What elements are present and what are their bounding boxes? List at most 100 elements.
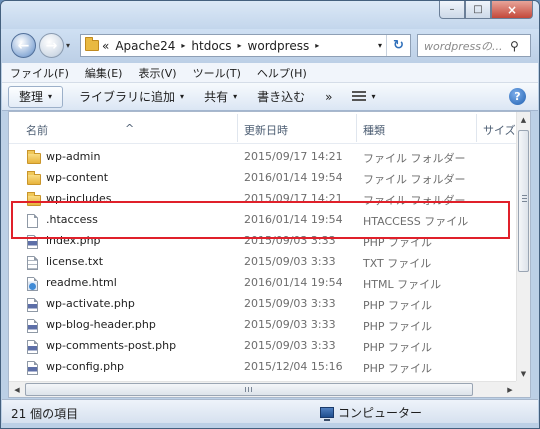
- file-name: license.txt: [46, 255, 104, 268]
- folder-icon: [27, 150, 41, 164]
- details-view-icon: [352, 91, 367, 102]
- scroll-left-arrow-icon[interactable]: ◀: [9, 382, 25, 397]
- menu-file[interactable]: ファイル(F): [2, 65, 77, 81]
- file-modified: 2016/01/14 19:54: [244, 171, 343, 184]
- file-name: readme.html: [46, 276, 117, 289]
- file-type: PHP ファイル: [363, 341, 433, 354]
- search-placeholder[interactable]: wordpressの...: [418, 38, 510, 54]
- file-row-wp-comments-post[interactable]: wp-comments-post.php 2015/09/03 3:33 PHP…: [9, 336, 518, 357]
- minimize-icon: –: [449, 4, 455, 15]
- close-button[interactable]: ×: [491, 1, 533, 19]
- back-arrow-icon: ←: [17, 37, 30, 54]
- menu-tools[interactable]: ツール(T): [185, 65, 249, 81]
- back-button[interactable]: ←: [11, 33, 36, 58]
- breadcrumb-overflow[interactable]: «: [99, 39, 112, 53]
- file-row-license-txt[interactable]: license.txt 2015/09/03 3:33 TXT ファイル: [9, 252, 518, 273]
- computer-icon: [320, 407, 334, 421]
- breadcrumb-htdocs[interactable]: htdocs: [188, 39, 234, 53]
- column-header-name[interactable]: 名前: [26, 122, 48, 138]
- file-modified: 2015/09/17 14:21: [244, 150, 343, 163]
- file-rows: wp-admin 2015/09/17 14:21 ファイル フォルダー wp-…: [9, 147, 518, 378]
- menu-edit[interactable]: 編集(E): [77, 65, 131, 81]
- burn-label: 書き込む: [257, 90, 306, 104]
- folder-icon: [85, 37, 99, 51]
- grip-icon: [245, 387, 252, 392]
- file-modified: 2015/09/03 3:33: [244, 318, 336, 331]
- location-label: コンピューター: [338, 406, 423, 420]
- column-header-type[interactable]: 種類: [363, 122, 385, 138]
- column-divider[interactable]: [356, 114, 357, 142]
- menu-help[interactable]: ヘルプ(H): [249, 65, 315, 81]
- horizontal-scrollbar[interactable]: ◀ ▶: [9, 381, 518, 397]
- burn-button[interactable]: 書き込む: [247, 86, 315, 108]
- maximize-icon: □: [473, 4, 483, 15]
- column-header-row: ^ 名前 更新日時 種類 サイズ: [9, 112, 518, 144]
- search-icon[interactable]: ⚲: [510, 39, 530, 53]
- refresh-button[interactable]: ↻: [386, 35, 410, 56]
- htaccess-highlight-box: [11, 201, 510, 239]
- file-row-readme-html[interactable]: readme.html 2016/01/14 19:54 HTML ファイル: [9, 273, 518, 294]
- file-type: PHP ファイル: [363, 320, 433, 333]
- file-row-wp-blog-header[interactable]: wp-blog-header.php 2015/09/03 3:33 PHP フ…: [9, 315, 518, 336]
- breadcrumb-separator-icon[interactable]: ▸: [235, 41, 245, 50]
- vertical-scroll-thumb[interactable]: [518, 130, 529, 272]
- file-type: ファイル フォルダー: [363, 173, 466, 186]
- more-chevron-icon: »: [325, 89, 333, 104]
- command-bar: 整理 ▾ ライブラリに追加 ▾ 共有 ▾ 書き込む » ▾ ?: [2, 83, 538, 111]
- column-divider[interactable]: [476, 114, 477, 142]
- file-type: PHP ファイル: [363, 299, 433, 312]
- file-list: ^ 名前 更新日時 種類 サイズ wp-admin 2015/09/17 14:…: [8, 111, 531, 398]
- location-indicator: コンピューター: [320, 404, 422, 421]
- address-dropdown-icon[interactable]: ▾: [378, 41, 382, 50]
- horizontal-scroll-thumb[interactable]: [25, 383, 473, 396]
- share-label: 共有: [204, 90, 229, 104]
- file-type: ファイル フォルダー: [363, 152, 466, 165]
- folder-icon: [27, 171, 41, 185]
- search-box[interactable]: wordpressの... ⚲: [417, 34, 531, 57]
- breadcrumb-apache24[interactable]: Apache24: [112, 39, 178, 53]
- text-file-icon: [27, 256, 38, 270]
- minimize-button[interactable]: –: [439, 1, 465, 19]
- more-commands-button[interactable]: »: [315, 86, 342, 108]
- title-bar[interactable]: – □ ×: [1, 1, 539, 29]
- breadcrumb-wordpress[interactable]: wordpress: [245, 39, 313, 53]
- change-view-button[interactable]: ▾: [342, 86, 385, 108]
- column-header-modified[interactable]: 更新日時: [244, 122, 288, 138]
- file-row-wp-config[interactable]: wp-config.php 2015/12/04 15:16 PHP ファイル: [9, 357, 518, 378]
- file-row-wp-content[interactable]: wp-content 2016/01/14 19:54 ファイル フォルダー: [9, 168, 518, 189]
- forward-arrow-icon: →: [45, 37, 58, 54]
- file-type: TXT ファイル: [363, 257, 432, 270]
- php-file-icon: [27, 340, 38, 354]
- scrollbar-corner: [516, 381, 530, 397]
- column-header-size[interactable]: サイズ: [483, 122, 516, 138]
- scroll-down-arrow-icon[interactable]: ▼: [517, 366, 530, 382]
- vertical-scrollbar[interactable]: ▲ ▼: [516, 112, 530, 382]
- breadcrumb-separator-icon[interactable]: ▸: [312, 41, 322, 50]
- chevron-down-icon: ▾: [48, 92, 53, 101]
- organize-button[interactable]: 整理 ▾: [8, 85, 64, 108]
- php-file-icon: [27, 298, 38, 312]
- close-icon: ×: [506, 2, 518, 17]
- recent-pages-dropdown[interactable]: ▾: [66, 41, 70, 50]
- php-file-icon: [27, 361, 38, 375]
- add-to-library-button[interactable]: ライブラリに追加 ▾: [69, 86, 194, 108]
- column-divider[interactable]: [237, 114, 238, 142]
- help-button[interactable]: ?: [509, 88, 526, 105]
- help-icon: ?: [514, 90, 521, 103]
- grip-icon: [522, 195, 527, 202]
- file-type: PHP ファイル: [363, 362, 433, 375]
- breadcrumb-separator-icon[interactable]: ▸: [178, 41, 188, 50]
- share-button[interactable]: 共有 ▾: [194, 86, 247, 108]
- address-bar[interactable]: « Apache24 ▸ htdocs ▸ wordpress ▸ ▾ ↻: [80, 34, 411, 57]
- menu-view[interactable]: 表示(V): [130, 65, 184, 81]
- file-row-wp-admin[interactable]: wp-admin 2015/09/17 14:21 ファイル フォルダー: [9, 147, 518, 168]
- item-count: 21 個の項目: [11, 407, 79, 421]
- maximize-button[interactable]: □: [465, 1, 491, 19]
- forward-button[interactable]: →: [39, 33, 64, 58]
- php-file-icon: [27, 319, 38, 333]
- file-name: wp-admin: [46, 150, 101, 163]
- scroll-up-arrow-icon[interactable]: ▲: [517, 112, 530, 128]
- status-bar: 21 個の項目 コンピューター: [2, 399, 538, 423]
- chevron-down-icon: ▾: [180, 92, 185, 101]
- file-row-wp-activate[interactable]: wp-activate.php 2015/09/03 3:33 PHP ファイル: [9, 294, 518, 315]
